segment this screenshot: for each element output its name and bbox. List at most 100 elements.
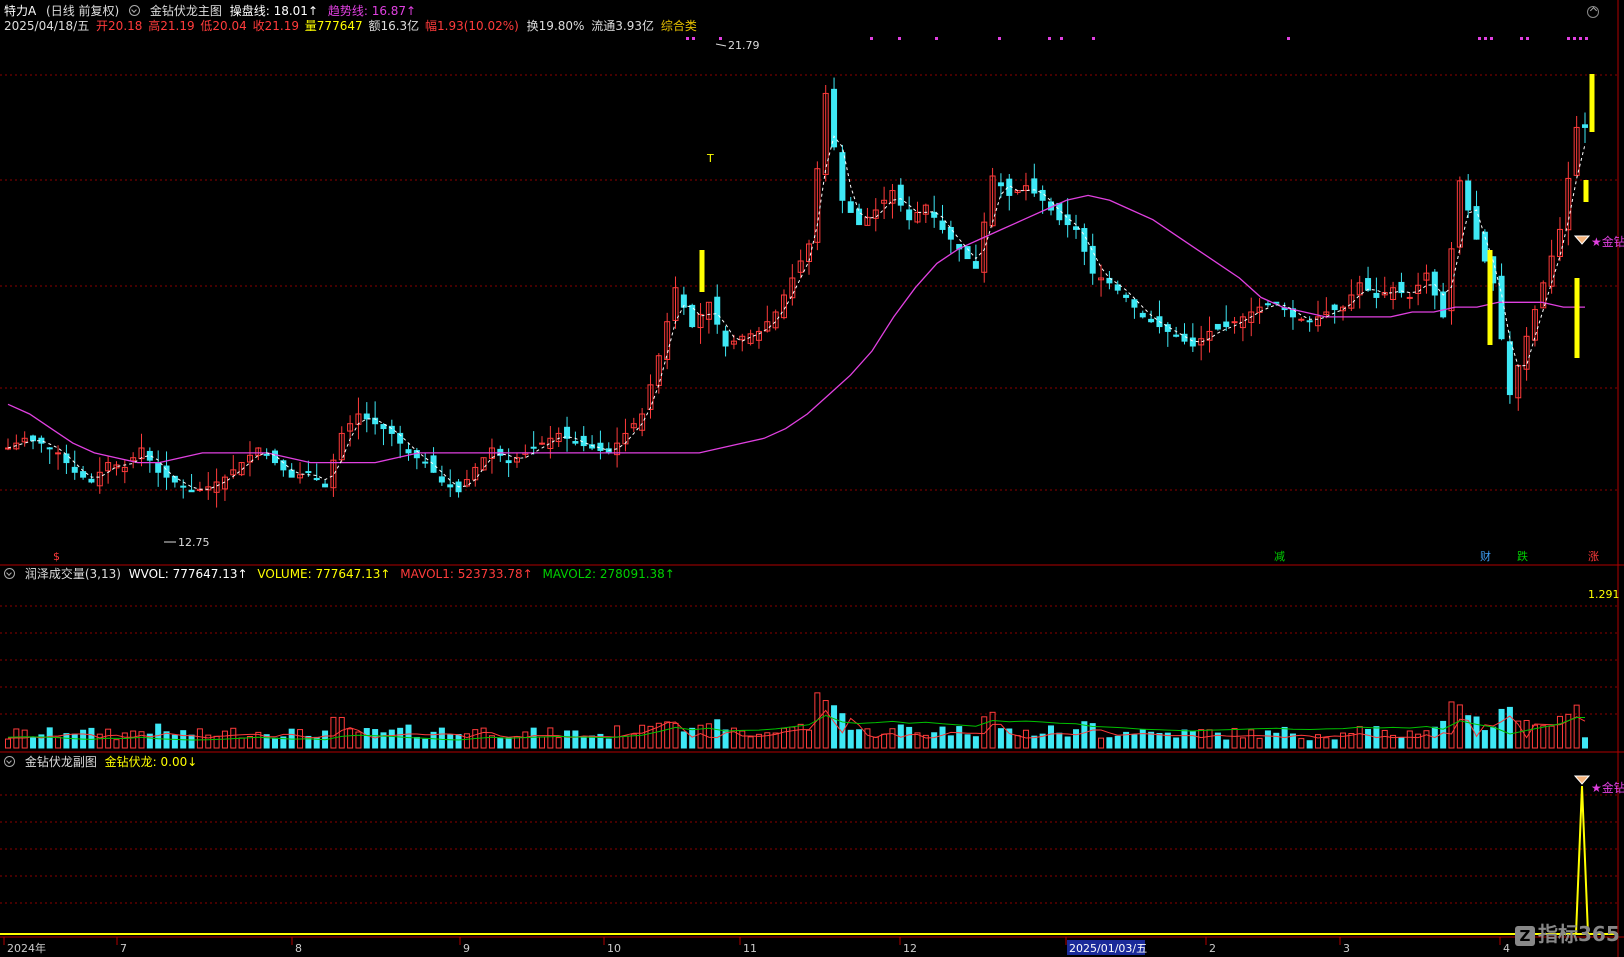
top-marker-dot [1287, 37, 1290, 40]
top-marker-dot [1484, 37, 1487, 40]
volume-bar [580, 736, 587, 749]
candle-body [405, 449, 412, 454]
candle-body [1214, 323, 1221, 330]
top-marker-dot [1092, 37, 1095, 40]
sub-diamond-signal-label: ★金钻 [1591, 780, 1624, 795]
candle-body [847, 201, 854, 213]
volume-bar [196, 728, 203, 749]
volume-bar [989, 711, 996, 749]
candle-body [1465, 180, 1472, 211]
top-marker-dot [1060, 37, 1063, 40]
volume-bar [1131, 734, 1138, 749]
candle-body [1089, 245, 1096, 274]
volume-bar [422, 738, 429, 749]
time-label: 2025/01/03/五 [1069, 942, 1147, 955]
volume-bar [1106, 737, 1113, 749]
top-marker-dot [1579, 37, 1582, 40]
volume-bar [21, 729, 28, 749]
volume-bar [1415, 733, 1422, 749]
volume-bar [447, 734, 454, 749]
volume-bar [1206, 729, 1213, 749]
volume-bar [1381, 729, 1388, 749]
sub-diamond-signal-icon [1573, 775, 1591, 785]
volume-bar [363, 728, 370, 749]
candle-body [71, 466, 78, 473]
volume-bar [680, 731, 687, 749]
time-label: 12 [903, 942, 917, 955]
candle-body [1306, 320, 1313, 323]
volume-bar [622, 735, 629, 749]
candle-body [422, 461, 429, 464]
volume-bar [1423, 730, 1430, 749]
candle-body [1473, 206, 1480, 240]
candle-body [856, 208, 863, 226]
top-marker-dot [998, 37, 1001, 40]
kline-chart[interactable]: 21.79 12.75 T ★金钻 ★金钻 1.291 $ 减 财 跌 涨 2024年 7 8 9 10 11 1… [0, 0, 1624, 957]
candle-body [939, 220, 946, 230]
volume-bar [1481, 730, 1488, 749]
time-label: 2024年 [7, 941, 46, 955]
volume-bar [1098, 737, 1105, 749]
volume-bar [305, 735, 312, 749]
candle-body [88, 478, 95, 483]
volume-bar [338, 716, 345, 749]
low-price-label: 12.75 [178, 536, 210, 549]
candle-body [1073, 226, 1080, 230]
candle-body [714, 296, 721, 325]
volume-bar [522, 731, 529, 749]
candle-body [1031, 178, 1038, 194]
candle-body [597, 442, 604, 451]
candle-body [539, 442, 546, 445]
volume-bar [1089, 723, 1096, 749]
volume-bar [71, 733, 78, 749]
volume-bar [831, 705, 838, 749]
volume-bar [1239, 737, 1246, 749]
volume-bar [113, 739, 120, 749]
volume-bar [30, 737, 37, 749]
watermark: Z 指标365 [1515, 918, 1620, 947]
bottom-marker: 减 [1274, 550, 1285, 563]
volume-bar [330, 716, 337, 749]
candle-body [1440, 291, 1447, 318]
volume-bar [1323, 737, 1330, 749]
volume-bar [272, 737, 279, 749]
candle-body [1223, 321, 1230, 328]
volume-bar [689, 727, 696, 749]
candle-body [1123, 294, 1130, 298]
volume-bar [1582, 737, 1588, 749]
bottom-marker: 财 [1480, 549, 1491, 563]
volume-bar [1306, 740, 1313, 749]
candle-body [1298, 318, 1305, 321]
top-marker-dot [1048, 37, 1051, 40]
volume-bar [1047, 725, 1054, 749]
volume-bar [1314, 734, 1321, 749]
top-marker-dot [898, 37, 901, 40]
volume-bar [63, 733, 70, 749]
candle-body [1498, 275, 1505, 340]
volume-bar [438, 727, 445, 749]
top-marker-dot [1573, 37, 1576, 40]
volume-bar [772, 732, 779, 749]
candle-body [438, 476, 445, 483]
volume-bar [130, 730, 137, 749]
volume-bar [1273, 732, 1280, 749]
candle-body [363, 413, 370, 420]
volume-bar [238, 737, 245, 749]
candle-body [180, 485, 187, 488]
volume-bar [163, 731, 170, 749]
volume-bar [1022, 729, 1029, 749]
volume-bar [1189, 731, 1196, 749]
volume-bar [1173, 737, 1180, 749]
volume-bar [972, 736, 979, 749]
candle-body [906, 209, 913, 221]
volume-bar [1331, 739, 1338, 749]
candle-body [1173, 334, 1180, 337]
volume-bar [1298, 738, 1305, 749]
candle-body [155, 462, 162, 473]
volume-bar [5, 738, 11, 749]
volume-bar [747, 736, 754, 749]
volume-bar [530, 727, 537, 749]
top-marker-dot [686, 37, 689, 40]
volume-bar [1073, 729, 1080, 749]
volume-bar [88, 727, 95, 749]
